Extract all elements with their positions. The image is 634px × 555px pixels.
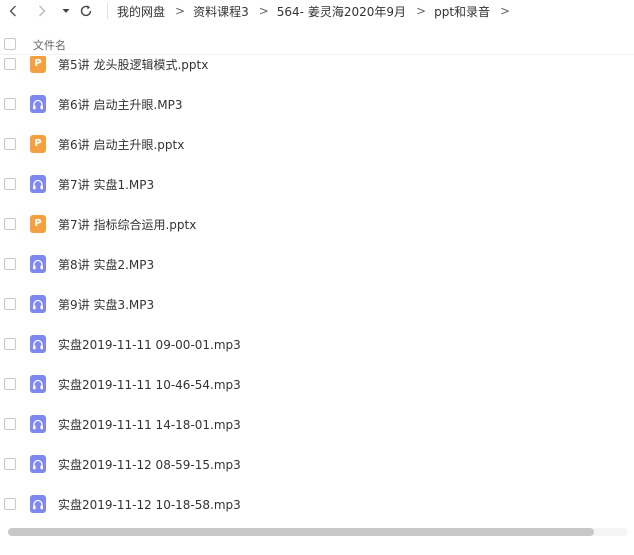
file-row[interactable]: 实盘2019-11-11 09-00-01.mp3 [0,324,634,364]
file-name[interactable]: 第9讲 实盘3.MP3 [58,296,154,313]
file-row[interactable]: 第9讲 实盘3.MP3 [0,284,634,324]
headphones-icon [30,455,46,473]
file-row[interactable]: P 第7讲 指标综合运用.pptx [0,204,634,244]
file-row[interactable]: 实盘2019-11-11 14-18-01.mp3 [0,404,634,444]
file-list: P 第5讲 龙头股逻辑模式.pptx 第6讲 启动主升眼.MP3 P 第6讲 启动主升眼… [0,56,634,522]
breadcrumb-item[interactable]: 564- 姜灵海2020年9月 [277,3,406,20]
horizontal-scrollbar[interactable] [8,528,628,536]
file-name[interactable]: 第8讲 实盘2.MP3 [58,256,154,273]
breadcrumb-item[interactable]: 我的网盘 [117,3,165,20]
file-row[interactable]: 第7讲 实盘1.MP3 [0,164,634,204]
toolbar-divider [107,3,108,19]
file-name[interactable]: 第7讲 指标综合运用.pptx [58,216,196,233]
navigation-toolbar: 我的网盘 > 资料课程3 > 564- 姜灵海2020年9月 > ppt和录音 … [0,0,634,22]
breadcrumb: 我的网盘 > 资料课程3 > 564- 姜灵海2020年9月 > ppt和录音 … [117,2,518,20]
file-name[interactable]: 第7讲 实盘1.MP3 [58,176,154,193]
chevron-right-icon[interactable] [33,1,51,21]
breadcrumb-separator: > [416,4,427,18]
file-list-header: 文件名 [0,33,634,55]
refresh-icon[interactable] [77,1,95,21]
headphones-icon [30,415,46,433]
column-header-filename[interactable]: 文件名 [33,37,66,53]
breadcrumb-separator: > [258,4,269,18]
chevron-left-icon[interactable] [4,1,22,21]
file-row[interactable]: 实盘2019-11-12 08-59-15.mp3 [0,444,634,484]
row-checkbox[interactable] [4,458,16,470]
ppt-glyph: P [34,58,42,69]
row-checkbox[interactable] [4,138,16,150]
headphones-icon [30,255,46,273]
headphones-icon [30,295,46,313]
ppt-file-icon: P [30,215,46,233]
file-name[interactable]: 第6讲 启动主升眼.pptx [58,136,184,153]
row-checkbox[interactable] [4,338,16,350]
breadcrumb-item[interactable]: ppt和录音 [434,3,490,20]
headphones-icon [30,375,46,393]
headphones-icon [30,495,46,513]
ppt-file-icon: P [30,135,46,153]
row-checkbox[interactable] [4,418,16,430]
file-name[interactable]: 第6讲 启动主升眼.MP3 [58,96,183,113]
headphones-icon [30,95,46,113]
select-all-checkbox[interactable] [4,38,16,50]
file-row[interactable]: P 第5讲 龙头股逻辑模式.pptx [0,56,634,84]
file-name[interactable]: 实盘2019-11-12 10-18-58.mp3 [58,496,241,513]
row-checkbox[interactable] [4,378,16,390]
breadcrumb-item[interactable]: 资料课程3 [193,3,249,20]
headphones-icon [30,335,46,353]
row-checkbox[interactable] [4,98,16,110]
row-checkbox[interactable] [4,218,16,230]
row-checkbox[interactable] [4,178,16,190]
file-name[interactable]: 实盘2019-11-11 09-00-01.mp3 [58,336,241,353]
ppt-glyph: P [34,218,42,229]
row-checkbox[interactable] [4,58,16,70]
file-row[interactable]: 实盘2019-11-11 10-46-54.mp3 [0,364,634,404]
file-name[interactable]: 第5讲 龙头股逻辑模式.pptx [58,56,208,73]
file-name[interactable]: 实盘2019-11-11 10-46-54.mp3 [58,376,241,393]
ppt-file-icon: P [30,56,46,73]
file-row[interactable]: 第8讲 实盘2.MP3 [0,244,634,284]
headphones-icon [30,175,46,193]
row-checkbox[interactable] [4,498,16,510]
breadcrumb-separator: > [500,4,511,18]
file-row[interactable]: 第6讲 启动主升眼.MP3 [0,84,634,124]
file-row[interactable]: P 第6讲 启动主升眼.pptx [0,124,634,164]
file-name[interactable]: 实盘2019-11-12 08-59-15.mp3 [58,456,241,473]
row-checkbox[interactable] [4,258,16,270]
scrollbar-thumb[interactable] [8,528,594,536]
breadcrumb-separator: > [175,4,186,18]
ppt-glyph: P [34,138,42,149]
file-row[interactable]: 实盘2019-11-12 10-18-58.mp3 [0,484,634,522]
row-checkbox[interactable] [4,298,16,310]
file-name[interactable]: 实盘2019-11-11 14-18-01.mp3 [58,416,241,433]
caret-down-icon[interactable] [57,1,75,21]
